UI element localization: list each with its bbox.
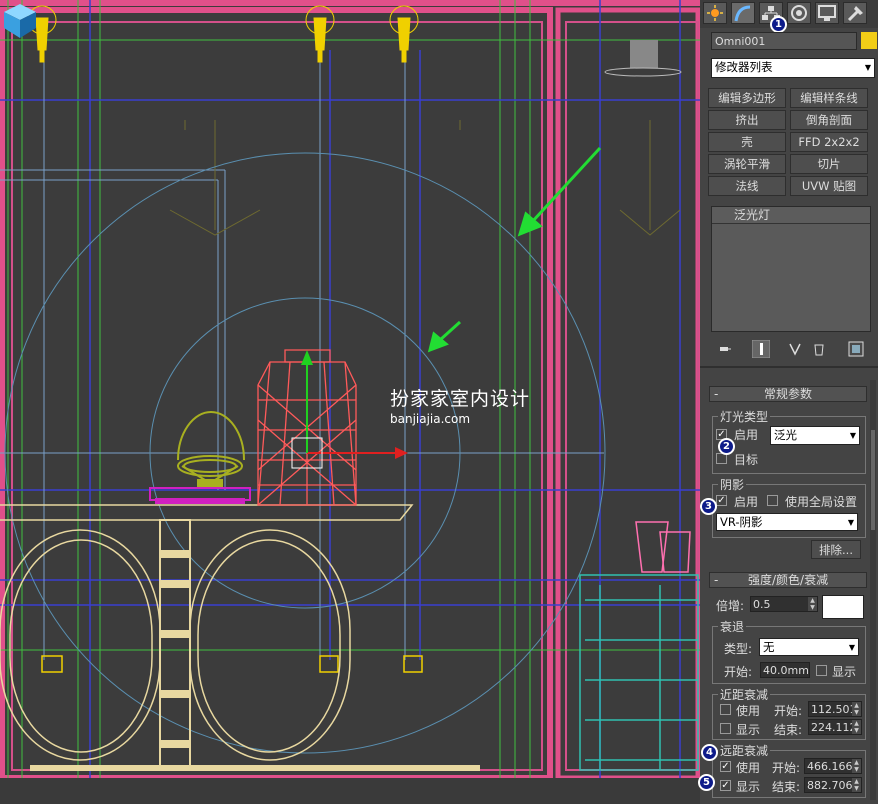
decay-start-spinner[interactable]: 40.0mm xyxy=(760,662,810,678)
decay-show-label: 显示 xyxy=(832,665,857,679)
utilities-tab[interactable] xyxy=(843,2,867,24)
display-icon xyxy=(818,5,836,21)
decay-group-title: 衰退 xyxy=(718,618,747,635)
viewport-front[interactable]: 扮家家室内设计 banjiajia.com xyxy=(0,0,700,804)
rollout-intensity[interactable]: - 强度/颜色/衰减 xyxy=(709,572,867,588)
create-tab[interactable] xyxy=(703,2,727,24)
far-use-label: 使用 xyxy=(736,761,761,775)
step-badge-3: 3 xyxy=(700,498,717,515)
light-type-dropdown[interactable]: 泛光 ▼ xyxy=(770,426,860,445)
far-start-label: 开始: xyxy=(772,761,801,775)
multiplier-spinner[interactable]: 0.5 ▲ ▼ xyxy=(750,596,818,612)
mod-btn-normal[interactable]: 法线 xyxy=(708,176,786,196)
shadows-enable-label: 启用 xyxy=(734,495,759,509)
far-start-value: 466.166 xyxy=(807,760,853,773)
near-use-label: 使用 xyxy=(736,704,761,718)
modifier-stack[interactable]: 泛光灯 xyxy=(711,206,871,332)
step-badge-4: 4 xyxy=(701,744,718,761)
motion-icon xyxy=(791,5,807,21)
utilities-icon xyxy=(847,6,863,22)
near-use-checkbox[interactable] xyxy=(720,704,731,715)
motion-tab[interactable] xyxy=(787,2,811,24)
watermark-logo xyxy=(4,4,36,38)
mod-btn-shell[interactable]: 壳 xyxy=(708,132,786,152)
modify-tab[interactable] xyxy=(731,2,755,24)
decay-type-dropdown[interactable]: 无 ▼ xyxy=(759,638,859,656)
near-start-label: 开始: xyxy=(774,704,803,718)
rollout-intensity-title: 强度/颜色/衰减 xyxy=(748,573,829,587)
shadows-enable-checkbox[interactable]: ✓ xyxy=(716,495,727,506)
light-enable-label: 启用 xyxy=(734,428,759,442)
make-unique-icon[interactable] xyxy=(788,342,804,356)
stack-toolbar xyxy=(708,340,874,360)
show-end-result-icon[interactable] xyxy=(752,340,770,358)
mod-btn-edit-spline[interactable]: 编辑样条线 xyxy=(790,88,868,108)
multiplier-label: 倍增: xyxy=(716,599,745,613)
step-badge-1: 1 xyxy=(770,16,787,33)
rollout-general-params[interactable]: - 常规参数 xyxy=(709,386,867,402)
panel-scrollbar-thumb[interactable] xyxy=(871,430,875,530)
command-panel-tabs xyxy=(700,0,878,28)
near-start-value: 112.501 xyxy=(811,703,857,716)
near-end-label: 结束: xyxy=(774,723,803,737)
display-tab[interactable] xyxy=(815,2,839,24)
far-end-spinner[interactable]: 882.706 ▲ ▼ xyxy=(804,777,862,793)
mod-btn-bevel-profile[interactable]: 倒角剖面 xyxy=(790,110,868,130)
exclude-button[interactable]: 排除... xyxy=(811,540,861,559)
stack-item-omni-light[interactable]: 泛光灯 xyxy=(712,207,870,224)
watermark-url: banjiajia.com xyxy=(390,412,471,426)
near-show-checkbox[interactable] xyxy=(720,723,731,734)
decay-type-value: 无 xyxy=(763,640,775,654)
mod-btn-extrude[interactable]: 挤出 xyxy=(708,110,786,130)
use-global-settings-checkbox[interactable] xyxy=(767,495,778,506)
watermark-text: 扮家家室内设计 xyxy=(390,388,531,410)
far-use-checkbox[interactable]: ✓ xyxy=(720,761,731,772)
mod-btn-slice[interactable]: 切片 xyxy=(790,154,868,174)
far-start-spinner[interactable]: 466.166 ▲ ▼ xyxy=(804,758,862,774)
color-swatch-icon[interactable] xyxy=(861,32,877,49)
modifier-list-dropdown[interactable]: 修改器列表 ▼ xyxy=(711,58,875,78)
mod-btn-uvw-map[interactable]: UVW 贴图 xyxy=(790,176,868,196)
decay-show-checkbox[interactable] xyxy=(816,665,827,676)
step-badge-2: 2 xyxy=(718,438,735,455)
mod-btn-turbosmooth[interactable]: 涡轮平滑 xyxy=(708,154,786,174)
modify-icon xyxy=(734,5,751,22)
shadows-group-title: 阴影 xyxy=(718,476,747,493)
decay-type-label: 类型: xyxy=(724,642,753,656)
light-type-value: 泛光 xyxy=(774,428,797,442)
light-type-group-title: 灯光类型 xyxy=(718,408,771,425)
step-badge-5: 5 xyxy=(698,774,715,791)
pin-stack-icon[interactable] xyxy=(718,342,732,356)
scene-drawing xyxy=(0,0,700,804)
mod-btn-ffd[interactable]: FFD 2x2x2 xyxy=(790,132,868,152)
near-atten-group-title: 近距衰减 xyxy=(718,686,771,703)
remove-modifier-icon[interactable] xyxy=(812,341,826,357)
far-end-label: 结束: xyxy=(772,780,801,794)
object-name-field[interactable]: Omni001 xyxy=(711,32,857,50)
near-end-spinner[interactable]: 224.112 ▲ ▼ xyxy=(808,719,862,735)
configure-sets-icon[interactable] xyxy=(848,341,864,357)
decay-start-value: 40.0mm xyxy=(763,664,809,677)
use-global-settings-label: 使用全局设置 xyxy=(785,495,858,509)
shadow-type-value: VR-阴影 xyxy=(720,515,763,529)
multiplier-value: 0.5 xyxy=(753,598,771,611)
near-start-spinner[interactable]: 112.501 ▲ ▼ xyxy=(808,701,862,717)
far-atten-group-title: 远距衰减 xyxy=(718,742,771,759)
light-color-swatch[interactable] xyxy=(822,595,864,619)
modifier-list-label: 修改器列表 xyxy=(715,60,773,74)
near-end-value: 224.112 xyxy=(811,721,857,734)
rollout-general-params-title: 常规参数 xyxy=(764,387,813,401)
target-label: 目标 xyxy=(734,453,759,467)
decay-start-label: 开始: xyxy=(724,665,753,679)
panel-divider xyxy=(700,366,878,368)
sun-icon xyxy=(707,5,723,21)
shadow-type-dropdown[interactable]: VR-阴影 ▼ xyxy=(716,513,858,531)
far-show-checkbox[interactable]: ✓ xyxy=(720,780,731,791)
far-show-label: 显示 xyxy=(736,780,761,794)
far-end-value: 882.706 xyxy=(807,779,853,792)
near-show-label: 显示 xyxy=(736,723,761,737)
mod-btn-edit-poly[interactable]: 编辑多边形 xyxy=(708,88,786,108)
